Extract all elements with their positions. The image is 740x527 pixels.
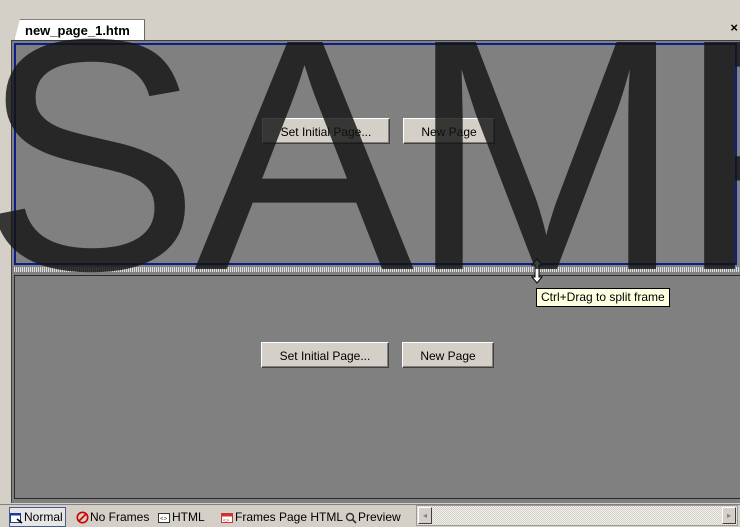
scroll-left-button[interactable]: ◂: [418, 507, 432, 524]
tab-html-label: HTML: [172, 510, 205, 524]
vertical-resize-cursor-icon: [530, 258, 544, 284]
bottom-new-page-button[interactable]: New Page: [402, 342, 494, 368]
document-tab-strip: new_page_1.htm ×: [0, 0, 740, 42]
scroll-left-arrow-icon: ◂: [422, 511, 427, 520]
tooltip-text: Ctrl+Drag to split frame: [541, 290, 665, 304]
document-tab-label: new_page_1.htm: [25, 23, 130, 38]
top-frame[interactable]: Set Initial Page... New Page: [14, 43, 737, 265]
frames-page-html-icon: <>: [221, 512, 233, 524]
bottom-set-initial-page-button[interactable]: Set Initial Page...: [261, 342, 389, 368]
preview-magnifier-icon: [345, 512, 357, 524]
bottom-frame[interactable]: Set Initial Page... New Page: [14, 275, 740, 499]
top-set-initial-page-button[interactable]: Set Initial Page...: [262, 118, 390, 144]
normal-view-icon: [10, 512, 23, 524]
tab-normal-label: Normal: [24, 510, 63, 524]
no-frames-icon: [76, 511, 89, 524]
tab-no-frames[interactable]: No Frames: [76, 508, 149, 526]
tab-frames-page-html[interactable]: <> Frames Page HTML: [221, 508, 343, 526]
button-label: Set Initial Page...: [279, 349, 371, 363]
button-label: New Page: [421, 125, 477, 139]
tab-preview[interactable]: Preview: [345, 508, 401, 526]
tab-frames-page-html-label: Frames Page HTML: [235, 510, 344, 524]
split-frame-tooltip: Ctrl+Drag to split frame: [536, 288, 670, 307]
horizontal-scrollbar[interactable]: ◂ ▸: [416, 505, 738, 526]
tab-preview-label: Preview: [358, 510, 401, 524]
close-document-icon[interactable]: ×: [730, 20, 738, 35]
document-tab[interactable]: new_page_1.htm: [14, 19, 145, 42]
button-label: Set Initial Page...: [280, 125, 372, 139]
scroll-right-arrow-icon: ▸: [726, 511, 731, 520]
svg-text:<>: <>: [160, 515, 168, 522]
frames-page-canvas: Set Initial Page... New Page Set Initial…: [11, 40, 740, 503]
top-new-page-button[interactable]: New Page: [403, 118, 495, 144]
tab-no-frames-label: No Frames: [90, 510, 150, 524]
scroll-right-button[interactable]: ▸: [722, 507, 736, 524]
tab-html[interactable]: <> HTML: [158, 508, 205, 526]
frontpage-editor-window: new_page_1.htm × Set Initial Page... New…: [0, 0, 740, 527]
frame-splitter[interactable]: [14, 267, 740, 272]
button-label: New Page: [420, 349, 476, 363]
tab-normal[interactable]: Normal: [9, 507, 66, 527]
html-view-icon: <>: [158, 512, 170, 523]
svg-text:<>: <>: [223, 518, 229, 524]
